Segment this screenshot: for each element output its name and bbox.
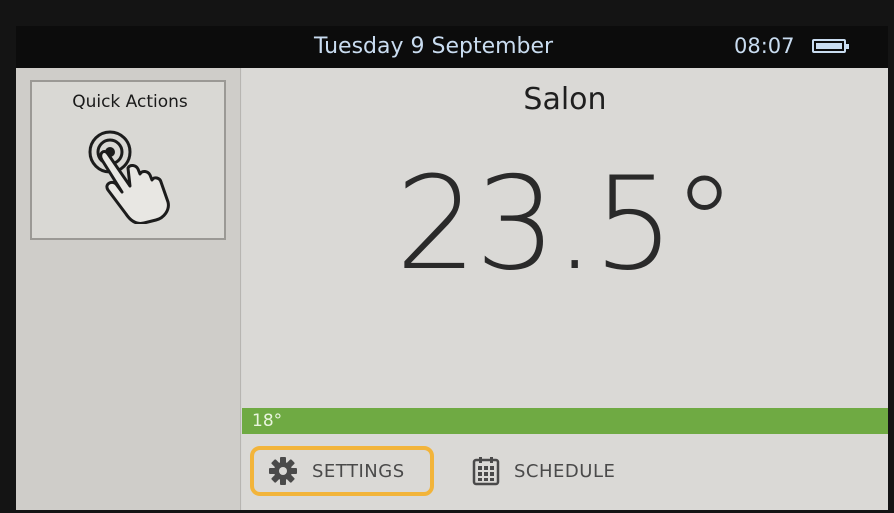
main-panel: Salon 23.5° 18° SETTINGS SCHEDULE bbox=[242, 68, 888, 510]
battery-icon bbox=[812, 39, 849, 53]
touch-hand-icon bbox=[88, 130, 170, 224]
current-temperature: 23.5° bbox=[395, 150, 737, 299]
gear-icon bbox=[269, 457, 297, 485]
schedule-label: SCHEDULE bbox=[514, 460, 616, 482]
schedule-button[interactable]: SCHEDULE bbox=[468, 446, 672, 496]
quick-actions-button[interactable]: Quick Actions bbox=[30, 80, 226, 240]
setpoint-bar[interactable]: 18° bbox=[242, 408, 888, 434]
status-bar: Tuesday 9 September 08:07 bbox=[16, 26, 888, 68]
date-display: Tuesday 9 September bbox=[314, 34, 554, 59]
time-display: 08:07 bbox=[734, 34, 795, 58]
quick-actions-label: Quick Actions bbox=[72, 92, 188, 112]
calendar-icon bbox=[472, 457, 500, 486]
settings-button[interactable]: SETTINGS bbox=[250, 446, 434, 496]
thermostat-screen: Tuesday 9 September 08:07 Quick Actions … bbox=[16, 26, 888, 510]
settings-label: SETTINGS bbox=[312, 460, 405, 482]
bottom-toolbar: SETTINGS SCHEDULE bbox=[242, 438, 888, 510]
sidebar: Quick Actions bbox=[16, 68, 241, 510]
setpoint-label: 18° bbox=[252, 411, 283, 431]
device-bezel: Tuesday 9 September 08:07 Quick Actions … bbox=[0, 0, 894, 513]
room-name: Salon bbox=[523, 82, 607, 117]
